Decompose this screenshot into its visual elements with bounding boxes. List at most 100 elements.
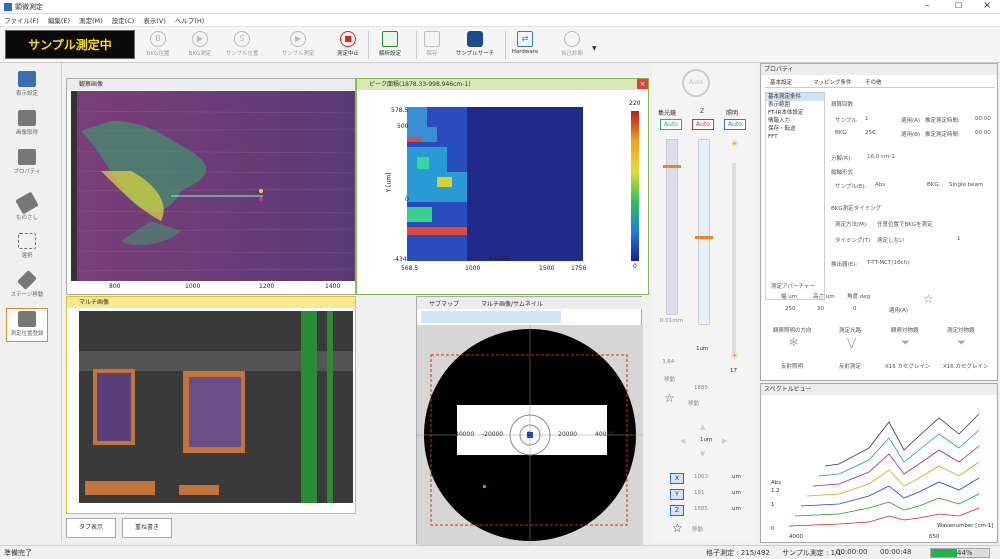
x-tick: 568.5 — [401, 265, 419, 272]
stage-move-button[interactable]: ステージ移動 — [6, 270, 48, 304]
timing-number[interactable]: 1 — [957, 236, 961, 242]
maximize-icon[interactable]: ☐ — [955, 1, 962, 10]
bkg-position-button[interactable]: B BKG位置 — [138, 30, 178, 60]
reflect-illum-icon[interactable]: ✻ — [789, 336, 798, 349]
tab-mapping[interactable]: マッピング条件 — [813, 78, 852, 86]
z-auto-button[interactable]: Auto — [692, 119, 714, 130]
menu-measure[interactable]: 測定(M) — [79, 15, 103, 25]
bkg-axis-select[interactable]: Single beam — [949, 182, 983, 188]
analysis-settings-button[interactable]: 解析設定 — [370, 30, 410, 60]
move-button[interactable]: 移動 — [692, 525, 703, 533]
angle-value[interactable]: 0 — [853, 306, 857, 312]
image-capture-button[interactable]: 画像取得 — [6, 108, 48, 142]
tree-item[interactable]: 基本測定条件 — [766, 93, 824, 101]
display-settings-button[interactable]: 表示設定 — [6, 69, 48, 103]
observe-image[interactable] — [71, 91, 355, 281]
menu-file[interactable]: ファイル(F) — [4, 15, 39, 25]
star-icon[interactable]: ☆ — [923, 292, 934, 306]
apply-button[interactable]: 適用(A) — [901, 116, 920, 124]
apply-button[interactable]: 適用(B) — [901, 130, 920, 138]
display-settings-label: 表示設定 — [15, 91, 38, 97]
y-tick: 0 — [771, 526, 775, 532]
tab-submap[interactable]: サブマップ — [429, 299, 459, 308]
light-auto-button[interactable]: Auto — [724, 119, 746, 130]
z-slider[interactable] — [698, 139, 710, 325]
resolution-select[interactable]: 16.0 cm-1 — [867, 154, 895, 160]
bkg-measure-button[interactable]: ▶ BKG測定 — [180, 30, 220, 60]
overlay-button[interactable]: 重ね書き — [122, 518, 172, 538]
timing-select[interactable]: 測定しない — [877, 236, 905, 244]
tree-item[interactable]: 情報入力 — [766, 117, 824, 125]
y-axis-button[interactable]: Y — [670, 489, 684, 500]
arrow-left-icon[interactable]: ◀ — [680, 437, 685, 445]
y-value: 191 — [694, 490, 705, 496]
tab-other[interactable]: その他 — [865, 78, 882, 86]
y-unit: um — [732, 490, 741, 496]
menu-view[interactable]: 表示(V) — [143, 15, 166, 25]
tab-basic[interactable]: 基本設定 — [767, 78, 796, 86]
stop-measure-button[interactable]: ■ 測定中止 — [328, 30, 368, 60]
detector-select[interactable]: T-TT-MCT(16ch) — [867, 260, 909, 266]
save-button[interactable]: 保存 — [412, 30, 452, 60]
tree-item[interactable]: 表示範囲 — [766, 101, 824, 109]
progress-fill — [931, 549, 957, 557]
x-tick: 1000 — [465, 265, 481, 272]
ruler-button[interactable]: ものさし — [6, 191, 48, 227]
obs-mirror-label: 観察対物鏡 — [891, 328, 919, 334]
method-select[interactable]: 任意位置でBKGを測定 — [877, 220, 933, 228]
y-tick: 578.5 — [391, 107, 409, 114]
chevron-down-icon[interactable]: ▼ — [592, 45, 597, 52]
apply-button[interactable]: 適用(A) — [889, 306, 908, 314]
tree-item[interactable]: FT-IR本体設定 — [766, 109, 824, 117]
star-icon[interactable]: ☆ — [672, 521, 683, 535]
x-axis-button[interactable]: X — [670, 473, 684, 484]
focus-auto-button[interactable]: Auto — [660, 119, 682, 130]
tab-view-button[interactable]: タブ表示 — [66, 518, 116, 538]
peak-heatmap[interactable] — [407, 107, 583, 261]
height-value[interactable]: 30 — [817, 306, 824, 312]
multi-title: マルチ画像 — [67, 297, 355, 308]
star-icon[interactable]: ☆ — [664, 391, 675, 405]
arrow-down-icon[interactable]: ▼ — [700, 450, 705, 458]
close-icon[interactable]: × — [637, 79, 648, 89]
b-icon: B — [150, 31, 166, 47]
bkg-count[interactable]: 256 — [865, 130, 876, 136]
sample-measure-button[interactable]: ▶ サンプル測定 — [278, 30, 318, 60]
ruler-label: ものさし — [15, 215, 38, 221]
objective-icon[interactable]: ⏷ — [901, 336, 910, 350]
light-slider[interactable] — [732, 163, 736, 353]
register-position-button[interactable]: 測定位置登録 — [6, 308, 48, 342]
resolution-label: 分解(R): — [831, 156, 852, 162]
sample-axis-select[interactable]: Abs — [875, 182, 885, 188]
move-button[interactable]: 移動 — [688, 399, 699, 407]
properties-button[interactable]: プロパティ — [6, 147, 48, 181]
move-button[interactable]: 移動 — [664, 375, 675, 383]
objective-icon[interactable]: ⏷ — [957, 336, 966, 350]
z-axis-button[interactable]: Z — [670, 505, 684, 516]
minimize-icon[interactable]: – — [925, 1, 930, 11]
close-icon[interactable]: × — [983, 0, 991, 11]
vertical-label: 縦軸形式 — [831, 170, 854, 176]
menu-settings[interactable]: 設定(C) — [112, 15, 135, 25]
y-tick: -434 — [393, 256, 407, 263]
arrow-right-icon[interactable]: ▶ — [722, 437, 727, 445]
auto-dial[interactable]: Auto — [682, 69, 710, 97]
width-value[interactable]: 250 — [785, 306, 796, 312]
menu-edit[interactable]: 編集(E) — [48, 15, 70, 25]
hardware-button[interactable]: ⇄ Hardware — [506, 30, 544, 60]
sample-count[interactable]: 1 — [865, 116, 869, 122]
tree-item[interactable]: FFT — [766, 133, 824, 141]
tab-multi-thumbnail[interactable]: マルチ画像/サムネイル — [481, 299, 543, 308]
self-diagnosis-button[interactable]: 自己診断 — [552, 30, 592, 60]
sample-progress: サンプル測定 : 1/1 — [782, 549, 842, 557]
sample-position-button[interactable]: S サンプル位置 — [222, 30, 262, 60]
menu-help[interactable]: ヘルプ(H) — [175, 15, 204, 25]
reflect-measure-icon[interactable]: ⋁ — [847, 336, 856, 349]
select-button[interactable]: 選択 — [6, 231, 48, 265]
tree-item[interactable]: 保存・転送 — [766, 125, 824, 133]
spectrum-plot[interactable] — [779, 398, 997, 538]
arrow-up-icon[interactable]: ▲ — [700, 423, 705, 431]
multi-image[interactable] — [79, 311, 353, 503]
sample-search-button[interactable]: サンプルサーチ — [450, 30, 500, 60]
illum-label: 観察照明の方向 — [773, 328, 812, 334]
